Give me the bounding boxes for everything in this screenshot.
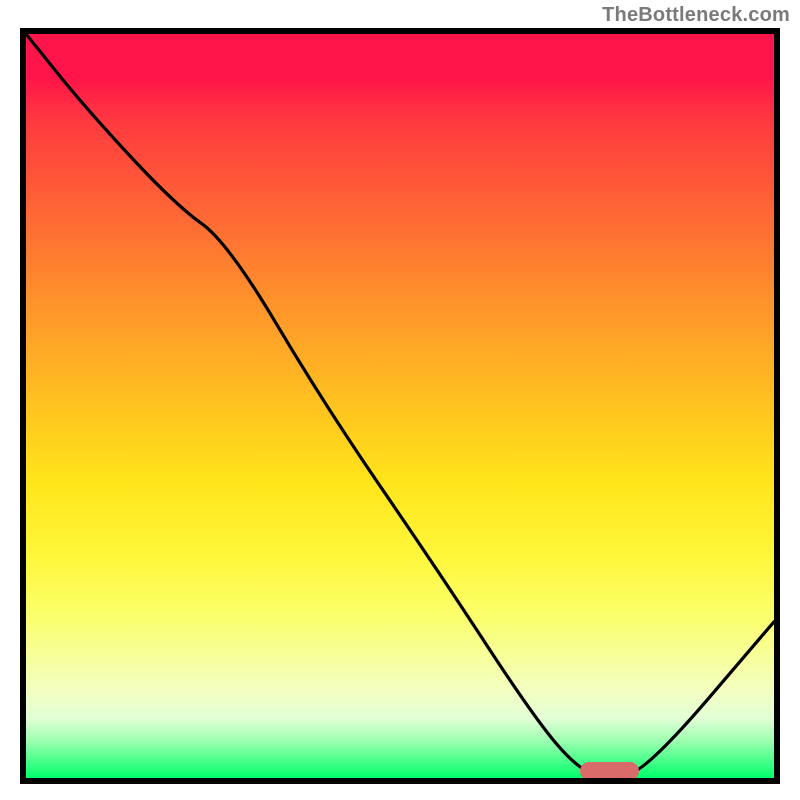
bottleneck-curve	[26, 34, 774, 778]
plot-area	[20, 28, 780, 784]
chart-container: TheBottleneck.com	[0, 0, 800, 800]
watermark-text: TheBottleneck.com	[602, 4, 790, 27]
optimal-marker	[580, 762, 640, 780]
